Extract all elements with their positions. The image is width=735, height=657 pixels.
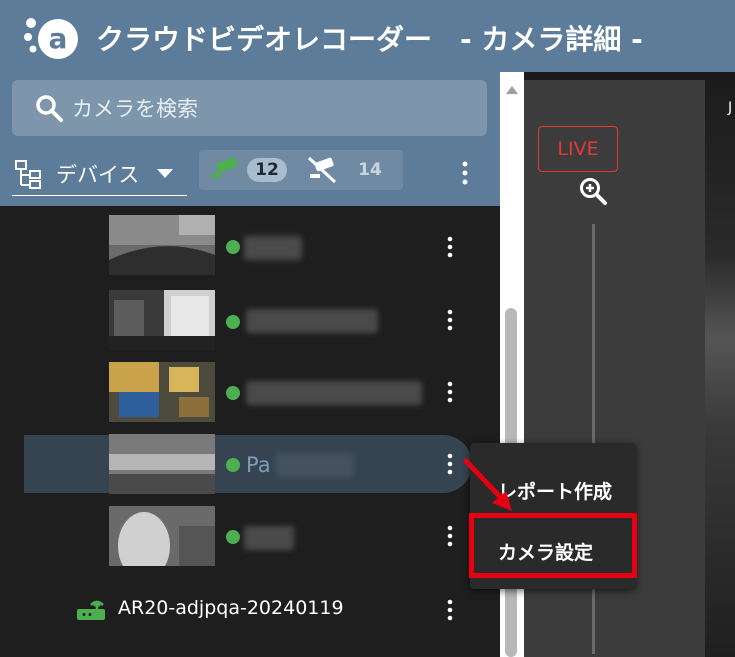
router-icon (77, 600, 105, 620)
camera-thumbnail[interactable] (109, 215, 215, 275)
camera-online-icon (211, 157, 238, 178)
scroll-up-icon[interactable] (506, 86, 518, 94)
camera-thumbnail[interactable] (109, 290, 215, 350)
camera-name-redacted (246, 381, 422, 405)
viewer-top-bar (524, 72, 735, 80)
row-menu-icon[interactable] (443, 380, 457, 404)
camera-list-header: カメラを検索 デバイス 12 14 (0, 72, 500, 206)
router-name[interactable]: AR20-adjpqa-20240119 (118, 597, 344, 619)
device-tree-icon (15, 159, 41, 189)
app-logo-icon: a (24, 18, 78, 59)
camera-name[interactable]: Pa (246, 453, 271, 477)
search-input[interactable]: カメラを検索 (12, 80, 487, 136)
camera-thumbnail[interactable] (109, 434, 215, 494)
camera-name-redacted (246, 309, 378, 333)
title-bar: a クラウドビデオレコーダー - カメラ詳細 - (0, 0, 735, 72)
status-online-dot (226, 315, 240, 329)
chevron-down-icon (157, 169, 174, 178)
status-online-dot (226, 458, 240, 472)
row-menu-icon[interactable] (443, 308, 457, 332)
search-icon (36, 95, 63, 122)
camera-name-redacted (276, 453, 354, 477)
annotation-highlight-box (469, 513, 637, 578)
status-online-dot (226, 240, 240, 254)
zoom-in-icon[interactable] (578, 176, 608, 206)
more-options-icon[interactable] (457, 160, 473, 186)
camera-name-redacted (244, 526, 294, 550)
camera-thumbnail[interactable] (109, 362, 215, 422)
row-menu-icon[interactable] (443, 452, 457, 476)
video-overlay-text: J (728, 100, 733, 116)
live-button[interactable]: LIVE (538, 126, 618, 172)
device-filter-label: デバイス (56, 162, 140, 187)
status-online-dot (226, 386, 240, 400)
app-window: a クラウドビデオレコーダー - カメラ詳細 - カメラを検索 デバイス 12 … (0, 0, 735, 657)
status-online-dot (226, 530, 240, 544)
camera-thumbnail[interactable] (109, 506, 215, 566)
search-placeholder: カメラを検索 (72, 97, 198, 121)
row-menu-icon[interactable] (443, 598, 457, 622)
offline-count-badge: 14 (358, 160, 382, 180)
svg-text:a: a (49, 22, 68, 55)
row-menu-icon[interactable] (443, 524, 457, 548)
page-title: クラウドビデオレコーダー - カメラ詳細 - (96, 23, 643, 56)
row-menu-icon[interactable] (443, 235, 457, 259)
online-count-badge: 12 (247, 158, 287, 182)
camera-list (0, 206, 500, 657)
video-frame (705, 80, 735, 657)
timeline-slider[interactable] (592, 224, 595, 654)
annotation-arrow-icon (463, 458, 512, 511)
camera-offline-icon (307, 156, 337, 184)
camera-name-redacted (244, 236, 302, 260)
device-filter-select[interactable]: デバイス (12, 152, 187, 196)
